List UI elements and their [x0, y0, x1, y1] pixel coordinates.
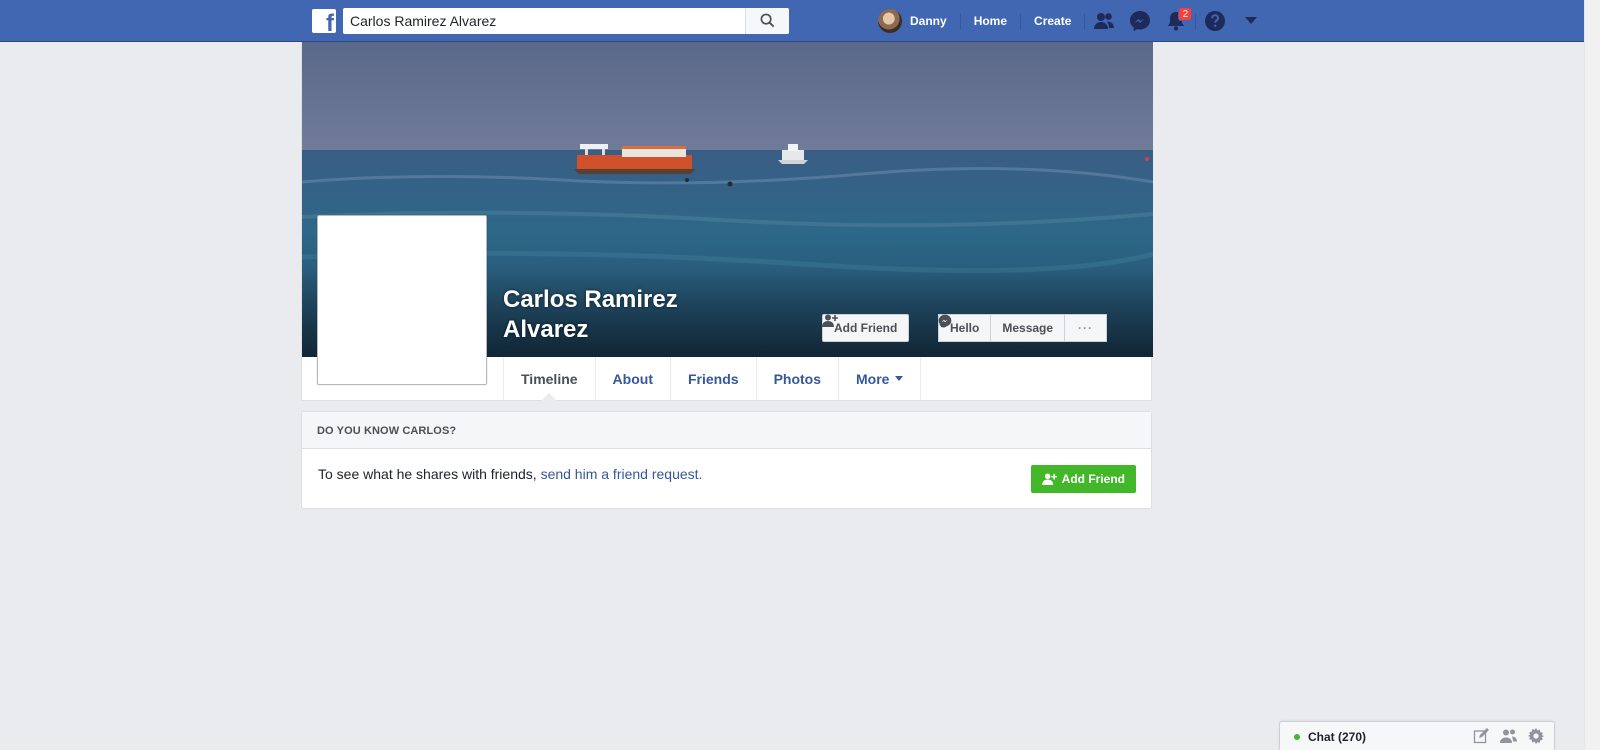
messenger-button[interactable] [1122, 0, 1158, 42]
message-label: Message [1002, 321, 1054, 335]
user-name: Danny [910, 14, 947, 28]
chat-bar[interactable]: Chat (270) [1279, 721, 1555, 750]
messenger-icon [938, 314, 952, 328]
caret-down-icon [1245, 17, 1258, 24]
nav-divider [1195, 13, 1197, 29]
help-icon [1205, 11, 1226, 31]
account-menu-button[interactable] [1233, 0, 1269, 42]
profile-name[interactable]: Carlos Ramirez Alvarez [503, 285, 763, 345]
notifications-badge: 2 [1178, 7, 1193, 21]
do-you-know-heading: DO YOU KNOW CARLOS? [302, 412, 1151, 449]
orange-boat [574, 144, 696, 174]
tab-about-label: About [612, 370, 653, 387]
message-button[interactable]: Message [938, 314, 1066, 342]
add-friend-button[interactable]: Add Friend [822, 314, 910, 342]
add-friend-icon [1041, 473, 1057, 485]
caret-down-icon [895, 376, 904, 381]
add-friend-action: Add Friend [822, 314, 910, 342]
profile-tabs: Timeline About Friends Photos More [503, 357, 922, 401]
do-you-know-box: DO YOU KNOW CARLOS? To see what he share… [301, 411, 1152, 509]
tab-friends-label: Friends [687, 370, 739, 387]
add-friend-label: Add Friend [834, 321, 898, 335]
nav-divider [1084, 13, 1086, 29]
tab-photos-label: Photos [773, 370, 822, 387]
home-link[interactable]: Home [962, 0, 1019, 42]
notifications-button[interactable]: 2 [1158, 0, 1194, 42]
chat-label: Chat (270) [1308, 730, 1367, 744]
profile-link[interactable]: Danny [878, 0, 959, 42]
group-icon[interactable] [1500, 728, 1517, 744]
nav-right: Danny Home Create 2 [878, 0, 1269, 42]
chat-icons [1473, 728, 1544, 744]
profile-picture[interactable] [317, 215, 487, 385]
search-icon [760, 13, 775, 28]
hello-label: Hello [950, 321, 980, 335]
nav-divider [1020, 13, 1022, 29]
profile-actions-group: Hello Message ··· [938, 314, 1108, 342]
page-scrollbar[interactable] [1584, 0, 1600, 750]
avatar [878, 9, 902, 33]
search-input[interactable] [343, 8, 743, 34]
gear-icon[interactable] [1528, 728, 1544, 744]
online-status-dot [1294, 734, 1300, 740]
tab-friends[interactable]: Friends [671, 357, 757, 400]
messenger-icon [1130, 11, 1151, 31]
search-box [343, 8, 789, 34]
more-dots-icon: ··· [1078, 321, 1094, 335]
add-friend-icon [822, 314, 838, 327]
tab-more-label: More [856, 370, 890, 387]
friend-requests-icon [1094, 13, 1115, 29]
help-button[interactable] [1197, 0, 1233, 42]
home-label: Home [973, 14, 1008, 28]
do-you-know-text: To see what he shares with friends, send… [318, 466, 702, 482]
add-friend-green-label: Add Friend [1061, 472, 1125, 486]
add-friend-green-button[interactable]: Add Friend [1030, 465, 1136, 493]
nav-divider [959, 13, 961, 29]
tab-photos[interactable]: Photos [757, 357, 840, 400]
more-actions-button[interactable]: ··· [1065, 314, 1108, 342]
tab-timeline-label: Timeline [521, 370, 578, 387]
top-navigation-bar: f Danny Home Create [0, 0, 1584, 42]
send-friend-request-link[interactable]: send him a friend request. [541, 466, 703, 482]
tab-about[interactable]: About [596, 357, 671, 400]
profile-header: Carlos Ramirez Alvarez Add Friend Hello [301, 42, 1153, 401]
compose-icon[interactable] [1473, 728, 1489, 744]
tab-timeline[interactable]: Timeline [504, 357, 596, 401]
search-button[interactable] [745, 8, 789, 34]
do-you-know-message: To see what he shares with friends, [318, 466, 541, 482]
create-label: Create [1034, 14, 1072, 28]
create-link[interactable]: Create [1022, 0, 1083, 42]
facebook-logo-icon[interactable]: f [312, 9, 336, 33]
tab-more[interactable]: More [839, 357, 922, 400]
friend-requests-button[interactable] [1086, 0, 1122, 42]
